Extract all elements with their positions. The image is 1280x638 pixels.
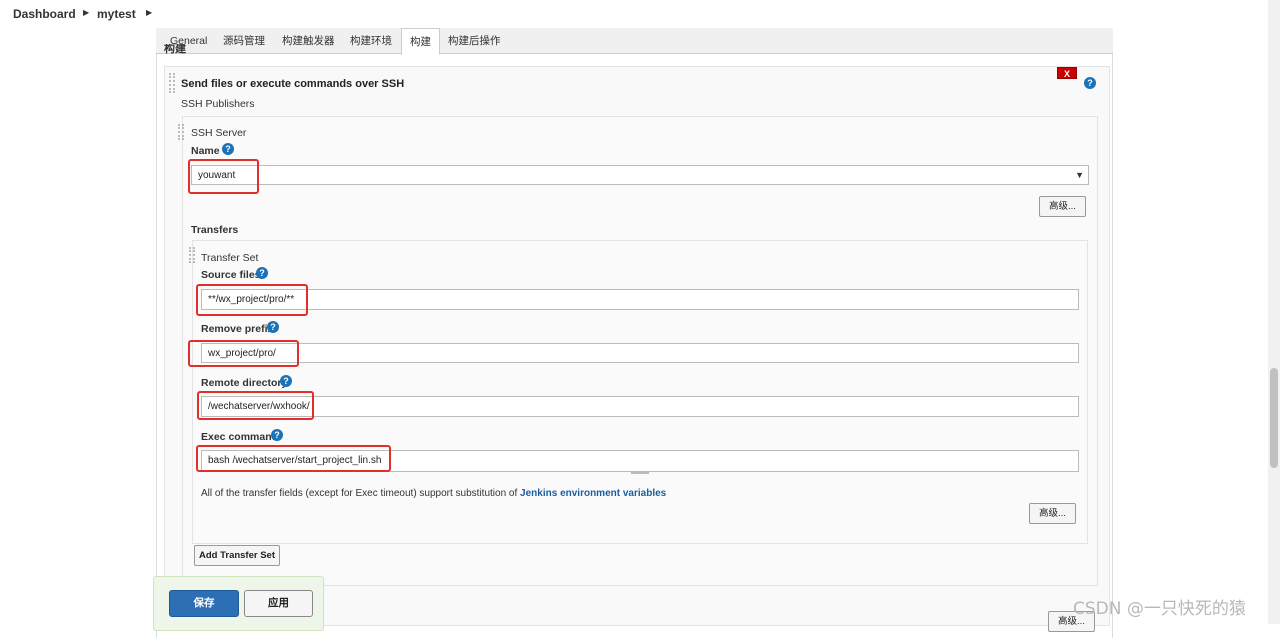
tab-scm[interactable]: 源码管理: [215, 28, 273, 54]
server-advanced-button[interactable]: 高级...: [1039, 196, 1086, 217]
highlight-box: [188, 340, 299, 367]
transfer-set-label: Transfer Set: [201, 252, 259, 264]
note-text: All of the transfer fields (except for E…: [201, 488, 521, 499]
transfer-advanced-button[interactable]: 高级...: [1029, 503, 1076, 524]
delete-builder-button[interactable]: X: [1057, 67, 1077, 79]
jenkins-env-vars-link[interactable]: Jenkins environment variables: [520, 488, 666, 499]
chevron-down-icon: ▼: [1075, 170, 1084, 180]
remove-prefix-input[interactable]: wx_project/pro/: [201, 343, 1079, 363]
source-files-input[interactable]: **/wx_project/pro/**: [201, 289, 1079, 310]
ssh-server-name-select[interactable]: youwant ▼: [191, 165, 1089, 185]
source-files-label: Source files: [201, 269, 261, 281]
tab-post-build[interactable]: 构建后操作: [440, 28, 509, 54]
chevron-right-icon: ▶: [146, 8, 153, 17]
highlight-box: [196, 284, 308, 316]
ssh-server-label: SSH Server: [191, 127, 247, 139]
transfers-label: Transfers: [191, 224, 239, 236]
save-button[interactable]: 保存: [169, 590, 239, 617]
tab-build[interactable]: 构建: [401, 28, 440, 55]
chevron-right-icon: ▶: [83, 8, 90, 17]
config-tabbar: General 源码管理 构建触发器 构建环境 构建 构建后操作: [156, 28, 1113, 55]
drag-handle[interactable]: [189, 247, 195, 263]
help-icon[interactable]: ?: [271, 429, 283, 441]
highlight-box: [196, 445, 391, 472]
remove-prefix-label: Remove prefix: [201, 323, 274, 335]
page-scrollbar[interactable]: [1268, 0, 1280, 624]
drag-handle[interactable]: [178, 124, 184, 140]
ssh-publishers-label: SSH Publishers: [181, 98, 255, 110]
breadcrumb-job-link[interactable]: mytest: [97, 7, 136, 21]
tab-triggers[interactable]: 构建触发器: [274, 28, 343, 54]
exec-command-label: Exec command: [201, 431, 279, 443]
scrollbar-thumb[interactable]: [1270, 368, 1278, 468]
highlight-box: [188, 159, 259, 194]
remote-directory-input[interactable]: /wechatserver/wxhook/: [201, 396, 1079, 417]
breadcrumb-dashboard-link[interactable]: Dashboard: [13, 7, 76, 21]
apply-button[interactable]: 应用: [244, 590, 313, 617]
textarea-resize-handle[interactable]: [631, 471, 649, 474]
name-label: Name: [191, 145, 220, 157]
help-icon[interactable]: ?: [280, 375, 292, 387]
tab-build-env[interactable]: 构建环境: [342, 28, 400, 54]
builder-title: Send files or execute commands over SSH: [181, 78, 405, 90]
watermark-text: CSDN @一只快死的猿: [1073, 599, 1246, 619]
add-transfer-set-button[interactable]: Add Transfer Set: [194, 545, 280, 566]
help-icon[interactable]: ?: [267, 321, 279, 333]
env-variables-note: All of the transfer fields (except for E…: [201, 488, 666, 499]
drag-handle[interactable]: [169, 73, 175, 93]
breadcrumb: Dashboard ▶ mytest ▶: [0, 0, 1280, 28]
section-heading: 构建: [164, 44, 186, 55]
highlight-box: [197, 391, 314, 420]
remote-directory-label: Remote directory: [201, 377, 288, 389]
help-icon[interactable]: ?: [1084, 77, 1096, 89]
help-icon[interactable]: ?: [256, 267, 268, 279]
help-icon[interactable]: ?: [222, 143, 234, 155]
